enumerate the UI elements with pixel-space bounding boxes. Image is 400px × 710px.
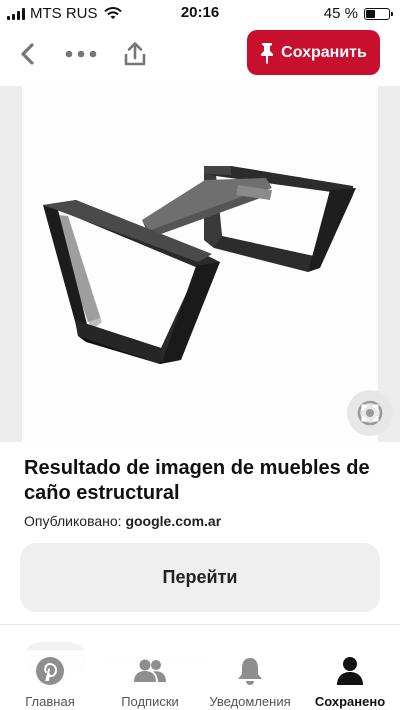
pin-image[interactable]: [0, 86, 400, 442]
nav-following-label: Подписки: [121, 694, 179, 709]
nav-home-label: Главная: [25, 694, 75, 709]
bell-icon: [238, 658, 262, 685]
nav-notifications-label: Уведомления: [209, 694, 291, 709]
published-line: Опубликовано: google.com.ar: [24, 513, 221, 529]
bottom-nav: Главная Подписки Уведомления Сохранено: [0, 650, 400, 710]
save-button[interactable]: Сохранить: [247, 30, 380, 75]
share-upload-icon: [124, 42, 146, 66]
published-label: Опубликовано:: [24, 513, 122, 529]
nav-following[interactable]: Подписки: [100, 650, 200, 710]
image-left-edge: [0, 86, 22, 442]
nav-saved[interactable]: Сохранено: [300, 650, 400, 710]
battery-icon: [364, 7, 393, 20]
nav-notifications[interactable]: Уведомления: [200, 650, 300, 710]
pin-icon: [261, 42, 274, 64]
visual-search-button[interactable]: [347, 390, 393, 436]
more-dots-icon: [65, 50, 97, 58]
published-source-link[interactable]: google.com.ar: [125, 513, 221, 529]
save-button-label: Сохранить: [281, 43, 367, 61]
people-icon: [134, 659, 166, 682]
chevron-left-icon: [21, 43, 34, 65]
profile-icon: [337, 657, 363, 685]
nav-saved-label: Сохранено: [314, 694, 386, 709]
visit-button[interactable]: Перейти: [20, 543, 380, 612]
pinterest-logo-icon: [36, 657, 64, 685]
visual-search-icon: [357, 400, 383, 426]
battery-percent: 45 %: [323, 5, 358, 22]
pin-title: Resultado de imagen de muebles de caño e…: [24, 457, 370, 504]
divider: [0, 624, 400, 625]
back-button[interactable]: [12, 38, 44, 70]
pin-photo: [22, 86, 378, 442]
pin-toolbar: Сохранить: [0, 28, 400, 82]
share-button[interactable]: [119, 38, 151, 70]
nav-home[interactable]: Главная: [0, 650, 100, 710]
image-right-edge: [378, 86, 400, 442]
status-bar: MTS RUS 20:16 45 %: [0, 0, 400, 28]
more-button[interactable]: [63, 38, 99, 70]
